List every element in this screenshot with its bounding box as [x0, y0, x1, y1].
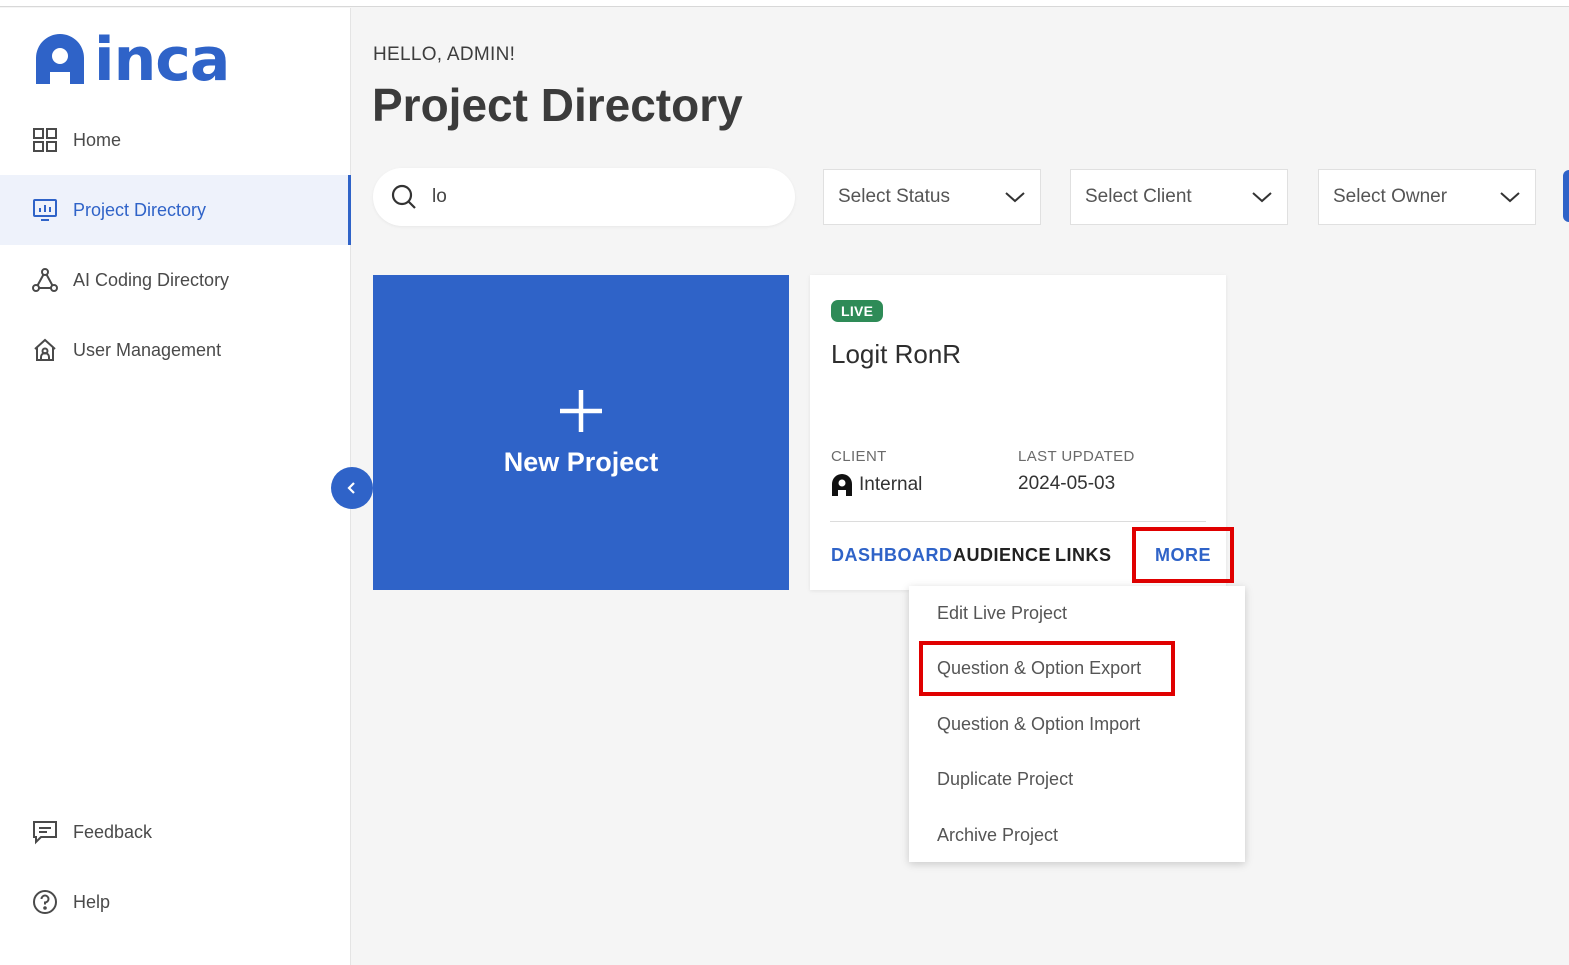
sidebar-item-label: Project Directory — [73, 199, 207, 220]
card-divider — [830, 521, 1206, 522]
status-badge: LIVE — [831, 300, 884, 322]
sidebar-item-home[interactable]: Home — [0, 105, 351, 175]
last-updated-value: 2024-05-03 — [1018, 473, 1116, 494]
logo-text: inca — [94, 25, 230, 95]
sidebar: inca Home Project Directory AI Coding Di… — [0, 8, 351, 965]
more-dropdown-menu: Edit Live Project Question & Option Expo… — [909, 586, 1245, 862]
collapse-sidebar-button[interactable] — [331, 467, 373, 509]
client-select[interactable]: Select Client — [1070, 169, 1288, 225]
owner-select-label: Select Owner — [1333, 186, 1448, 207]
sidebar-item-label: AI Coding Directory — [73, 269, 230, 290]
feedback-icon — [32, 819, 58, 845]
new-project-label: New Project — [503, 447, 659, 477]
app-logo[interactable]: inca — [32, 25, 230, 95]
last-updated-label: LAST UPDATED — [1018, 448, 1135, 465]
sidebar-item-feedback[interactable]: Feedback — [0, 797, 351, 867]
status-select[interactable]: Select Status — [823, 169, 1041, 225]
menu-item-question-option-export[interactable]: Question & Option Export — [937, 658, 1141, 679]
sidebar-item-user-management[interactable]: User Management — [0, 315, 351, 385]
new-project-card[interactable]: New Project — [373, 275, 789, 590]
chart-icon — [32, 197, 58, 223]
chevron-down-icon — [1005, 192, 1025, 203]
help-icon — [32, 889, 58, 915]
client-avatar-icon — [832, 474, 852, 496]
grid-icon — [32, 127, 58, 153]
client-value: Internal — [831, 473, 922, 497]
sidebar-item-ai-coding-directory[interactable]: AI Coding Directory — [0, 245, 351, 315]
chevron-left-icon — [347, 482, 355, 494]
dashboard-link[interactable]: DASHBOARD — [831, 545, 953, 566]
more-label: MORE — [1155, 544, 1211, 565]
chevron-down-icon — [1252, 192, 1272, 203]
house-icon — [32, 337, 58, 363]
project-name[interactable]: Logit RonR — [831, 339, 961, 370]
greeting: HELLO, ADMIN! — [373, 44, 516, 65]
client-label: CLIENT — [831, 448, 887, 465]
network-icon — [32, 267, 58, 293]
search-bar[interactable] — [373, 168, 795, 226]
more-button[interactable]: MORE — [1132, 527, 1234, 583]
sidebar-item-project-directory[interactable]: Project Directory — [0, 175, 351, 245]
menu-item-duplicate-project[interactable]: Duplicate Project — [937, 769, 1073, 790]
sidebar-item-label: Feedback — [73, 821, 153, 842]
project-card: LIVE Logit RonR CLIENT Internal LAST UPD… — [810, 275, 1234, 590]
audience-link[interactable]: AUDIENCE — [953, 545, 1051, 566]
menu-item-edit-live-project[interactable]: Edit Live Project — [937, 603, 1067, 624]
top-border — [0, 0, 1569, 7]
sidebar-item-label: Home — [73, 129, 122, 150]
sidebar-item-label: Help — [73, 891, 111, 912]
menu-item-question-option-import[interactable]: Question & Option Import — [937, 714, 1140, 735]
clipped-action-button[interactable] — [1563, 170, 1569, 222]
inca-logo-icon — [36, 34, 84, 84]
chevron-down-icon — [1500, 192, 1520, 203]
sidebar-item-label: User Management — [73, 339, 222, 360]
client-name: Internal — [859, 474, 923, 495]
menu-item-archive-project[interactable]: Archive Project — [937, 825, 1058, 846]
links-link[interactable]: LINKS — [1055, 545, 1112, 566]
plus-icon — [560, 390, 602, 432]
owner-select[interactable]: Select Owner — [1318, 169, 1536, 225]
search-input[interactable] — [432, 186, 762, 208]
sidebar-item-help[interactable]: Help — [0, 867, 351, 937]
client-select-label: Select Client — [1085, 186, 1192, 207]
page-title: Project Directory — [372, 79, 743, 131]
status-select-label: Select Status — [838, 186, 950, 207]
search-icon — [391, 184, 416, 209]
